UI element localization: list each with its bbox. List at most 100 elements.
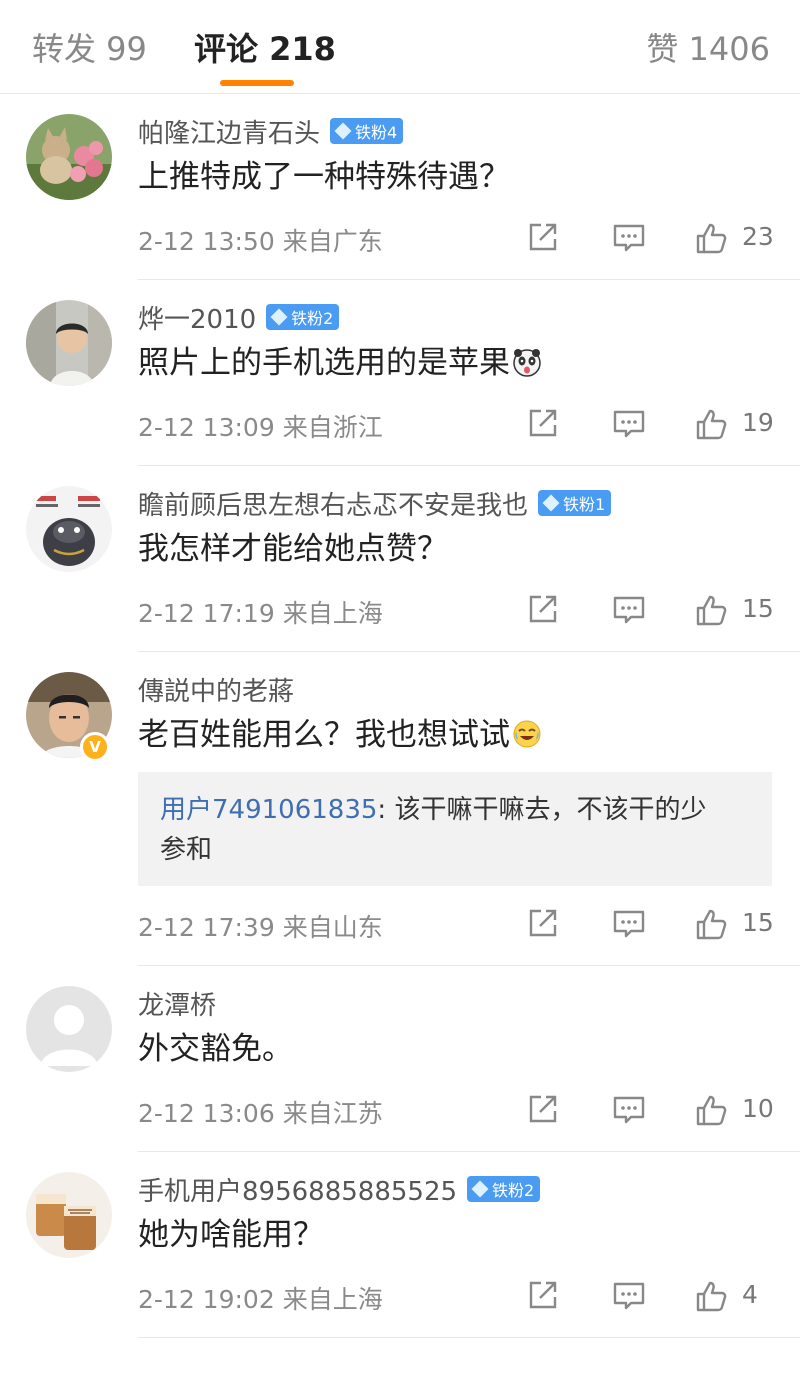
reply-text-continued: 参和 [160, 835, 213, 865]
share-button[interactable] [526, 906, 560, 940]
comment-icon [613, 410, 645, 438]
reply-preview[interactable]: 用户7491061835: 该干嘛干嘛去，不该干的少 参和 [138, 772, 772, 886]
username[interactable]: 手机用户8956885885525 [138, 1171, 457, 1208]
comment-meta: 2-12 13:09 来自浙江 19 [138, 386, 800, 466]
like-button[interactable] [694, 220, 730, 256]
comment-meta: 2-12 17:19 来自上海 15 [138, 572, 800, 652]
share-button[interactable] [526, 592, 560, 626]
fan-badge-label: 铁粉2 [291, 309, 334, 328]
thumbs-up-icon [696, 223, 727, 254]
comment-text: 外交豁免。 [138, 1031, 293, 1067]
reply-username[interactable]: 用户7491061835 [160, 795, 377, 825]
tab-likes[interactable]: 赞 1406 [646, 24, 770, 70]
fan-badge: 铁粉2 [467, 1176, 541, 1202]
comment-time-location: 2-12 13:50 来自广东 [138, 227, 383, 256]
fan-badge-label: 铁粉2 [492, 1181, 535, 1200]
share-button[interactable] [526, 1278, 560, 1312]
comment-time-location: 2-12 17:39 来自山东 [138, 913, 383, 942]
share-icon [529, 595, 557, 623]
comment-button[interactable] [612, 906, 646, 940]
panda-tongue-emoji-icon [513, 349, 541, 377]
comment-item: 烨一2010 铁粉2 照片上的手机选用的是苹果 2-12 13:09 来自浙江 … [0, 280, 800, 466]
thumbs-up-icon [696, 1281, 727, 1312]
comment-icon [613, 224, 645, 252]
username[interactable]: 瞻前顾后思左想右忐忑不安是我也 [138, 485, 528, 522]
comment-button[interactable] [612, 1092, 646, 1126]
comment-button[interactable] [612, 220, 646, 254]
share-button[interactable] [526, 406, 560, 440]
thumbs-up-icon [696, 409, 727, 440]
username[interactable]: 帕隆江边青石头 [138, 113, 320, 150]
reply-text: : 该干嘛干嘛去，不该干的少 [377, 795, 707, 825]
fan-badge: 铁粉2 [266, 304, 340, 330]
comment-icon [613, 596, 645, 624]
comment-time-location: 2-12 13:06 来自江苏 [138, 1099, 383, 1128]
share-button[interactable] [526, 1092, 560, 1126]
like-count: 10 [742, 1094, 774, 1123]
avatar[interactable] [26, 986, 112, 1072]
tab-reposts[interactable]: 转发 99 [32, 24, 147, 70]
share-icon [529, 223, 557, 251]
comment-icon [613, 910, 645, 938]
comment-button[interactable] [612, 1278, 646, 1312]
thumbs-up-icon [696, 1095, 727, 1126]
comment-button[interactable] [612, 406, 646, 440]
comment-time-location: 2-12 17:19 来自上海 [138, 599, 383, 628]
like-button[interactable] [694, 406, 730, 442]
like-count: 23 [742, 222, 774, 251]
like-button[interactable] [694, 1092, 730, 1128]
comment-tabs: 转发 99 评论 218 赞 1406 [0, 0, 800, 94]
comment-item: 帕隆江边青石头 铁粉4 上推特成了一种特殊待遇？ 2-12 13:50 来自广东… [0, 94, 800, 280]
like-button[interactable] [694, 592, 730, 628]
thumbs-up-icon [696, 909, 727, 940]
cat-with-flowers-avatar-image [26, 114, 112, 200]
share-icon [529, 409, 557, 437]
comment-text: 照片上的手机选用的是苹果 [138, 340, 800, 386]
comment-item: V 傳説中的老蔣 老百姓能用么？我也想试试 用户7491061835: 该干嘛干… [0, 652, 800, 966]
comment-meta: 2-12 13:50 来自广东 23 [138, 200, 800, 280]
share-icon [529, 1095, 557, 1123]
fan-badge-label: 铁粉4 [355, 123, 398, 142]
comment-text: 老百姓能用么？我也想试试 [138, 712, 800, 758]
avatar[interactable] [26, 114, 112, 200]
fan-badge: 铁粉4 [330, 118, 404, 144]
comment-button[interactable] [612, 592, 646, 626]
username[interactable]: 龙潭桥 [138, 985, 216, 1022]
username[interactable]: 傳説中的老蔣 [138, 671, 294, 708]
comment-item: 瞻前顾后思左想右忐忑不安是我也 铁粉1 我怎样才能给她点赞？ 2-12 17:1… [0, 466, 800, 652]
like-button[interactable] [694, 906, 730, 942]
comment-text: 她为啥能用？ [138, 1217, 324, 1253]
share-icon [529, 909, 557, 937]
comment-text: 上推特成了一种特殊待遇？ [138, 159, 510, 195]
coffee-cups-avatar-image [26, 1172, 112, 1258]
diamond-icon [270, 308, 288, 326]
comment-item: 龙潭桥 外交豁免。 2-12 13:06 来自江苏 10 [0, 966, 800, 1152]
like-count: 4 [742, 1280, 758, 1309]
diamond-icon [471, 1180, 489, 1198]
diamond-icon [334, 122, 352, 140]
avatar[interactable] [26, 1172, 112, 1258]
tab-comments[interactable]: 评论 218 [194, 24, 336, 70]
share-icon [529, 1281, 557, 1309]
fan-badge: 铁粉1 [538, 490, 612, 516]
comment-text: 我怎样才能给她点赞？ [138, 531, 448, 567]
comment-item: 手机用户8956885885525 铁粉2 她为啥能用？ 2-12 19:02 … [0, 1152, 800, 1338]
comment-time-location: 2-12 13:09 来自浙江 [138, 413, 383, 442]
thumbs-up-icon [696, 595, 727, 626]
diamond-icon [542, 494, 560, 512]
fan-badge-label: 铁粉1 [563, 495, 606, 514]
username[interactable]: 烨一2010 [138, 299, 256, 336]
laughing-crying-emoji-icon [513, 720, 541, 748]
comment-meta: 2-12 17:39 来自山东 15 [138, 886, 800, 966]
like-count: 15 [742, 908, 774, 937]
like-count: 15 [742, 594, 774, 623]
avatar[interactable] [26, 300, 112, 386]
avatar[interactable] [26, 486, 112, 572]
boy-photo-avatar-image [26, 300, 112, 386]
like-count: 19 [742, 408, 774, 437]
active-tab-indicator [220, 80, 294, 86]
like-button[interactable] [694, 1278, 730, 1314]
comment-icon [613, 1282, 645, 1310]
comment-meta: 2-12 13:06 来自江苏 10 [138, 1072, 800, 1152]
share-button[interactable] [526, 220, 560, 254]
